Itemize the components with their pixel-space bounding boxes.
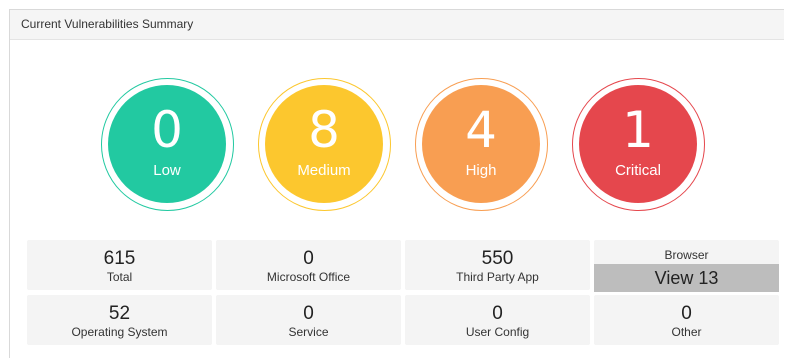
stat-total-value: 615 (103, 248, 136, 269)
severity-critical-ring: 1 Critical (572, 78, 705, 211)
severity-low-label: Low (153, 162, 181, 179)
stat-third-party-app-value: 550 (481, 248, 514, 269)
stat-operating-system-value: 52 (108, 303, 131, 324)
stat-service-label: Service (288, 325, 329, 339)
stat-service[interactable]: 0 Service (216, 295, 401, 345)
stat-user-config-label: User Config (465, 325, 530, 339)
stat-other-label: Other (671, 325, 702, 339)
stat-operating-system-label: Operating System (71, 325, 168, 339)
stat-microsoft-office[interactable]: 0 Microsoft Office (216, 240, 401, 290)
stat-user-config[interactable]: 0 User Config (405, 295, 590, 345)
severity-critical-count: 1 (622, 101, 654, 159)
stat-third-party-app[interactable]: 550 Third Party App (405, 240, 590, 290)
stat-total[interactable]: 615 Total (27, 240, 212, 290)
severity-circles: 0 Low 8 Medium 4 High 1 Critical (10, 10, 785, 240)
severity-critical-label: Critical (615, 162, 661, 179)
stat-microsoft-office-value: 0 (303, 248, 314, 269)
browser-view-button[interactable]: View 13 (594, 264, 779, 292)
stat-user-config-value: 0 (492, 303, 503, 324)
severity-medium-label: Medium (297, 162, 351, 179)
stat-service-value: 0 (303, 303, 314, 324)
severity-medium-button[interactable]: 8 Medium (265, 85, 383, 203)
severity-low-ring: 0 Low (101, 78, 234, 211)
severity-high-label: High (465, 162, 497, 179)
severity-high-count: 4 (465, 101, 497, 159)
severity-low-count: 0 (151, 101, 183, 159)
stat-microsoft-office-label: Microsoft Office (266, 270, 351, 284)
stat-browser-label: Browser (664, 248, 709, 262)
severity-low-button[interactable]: 0 Low (108, 85, 226, 203)
stat-total-label: Total (106, 270, 133, 284)
stat-browser: Browser View 13 (594, 240, 779, 292)
severity-medium-count: 8 (308, 101, 340, 159)
severity-high-ring: 4 High (415, 78, 548, 211)
stat-other[interactable]: 0 Other (594, 295, 779, 345)
severity-medium-ring: 8 Medium (258, 78, 391, 211)
stat-third-party-app-label: Third Party App (456, 270, 539, 284)
severity-critical-button[interactable]: 1 Critical (579, 85, 697, 203)
stat-operating-system[interactable]: 52 Operating System (27, 295, 212, 345)
severity-high-button[interactable]: 4 High (422, 85, 540, 203)
stat-other-value: 0 (681, 303, 692, 324)
